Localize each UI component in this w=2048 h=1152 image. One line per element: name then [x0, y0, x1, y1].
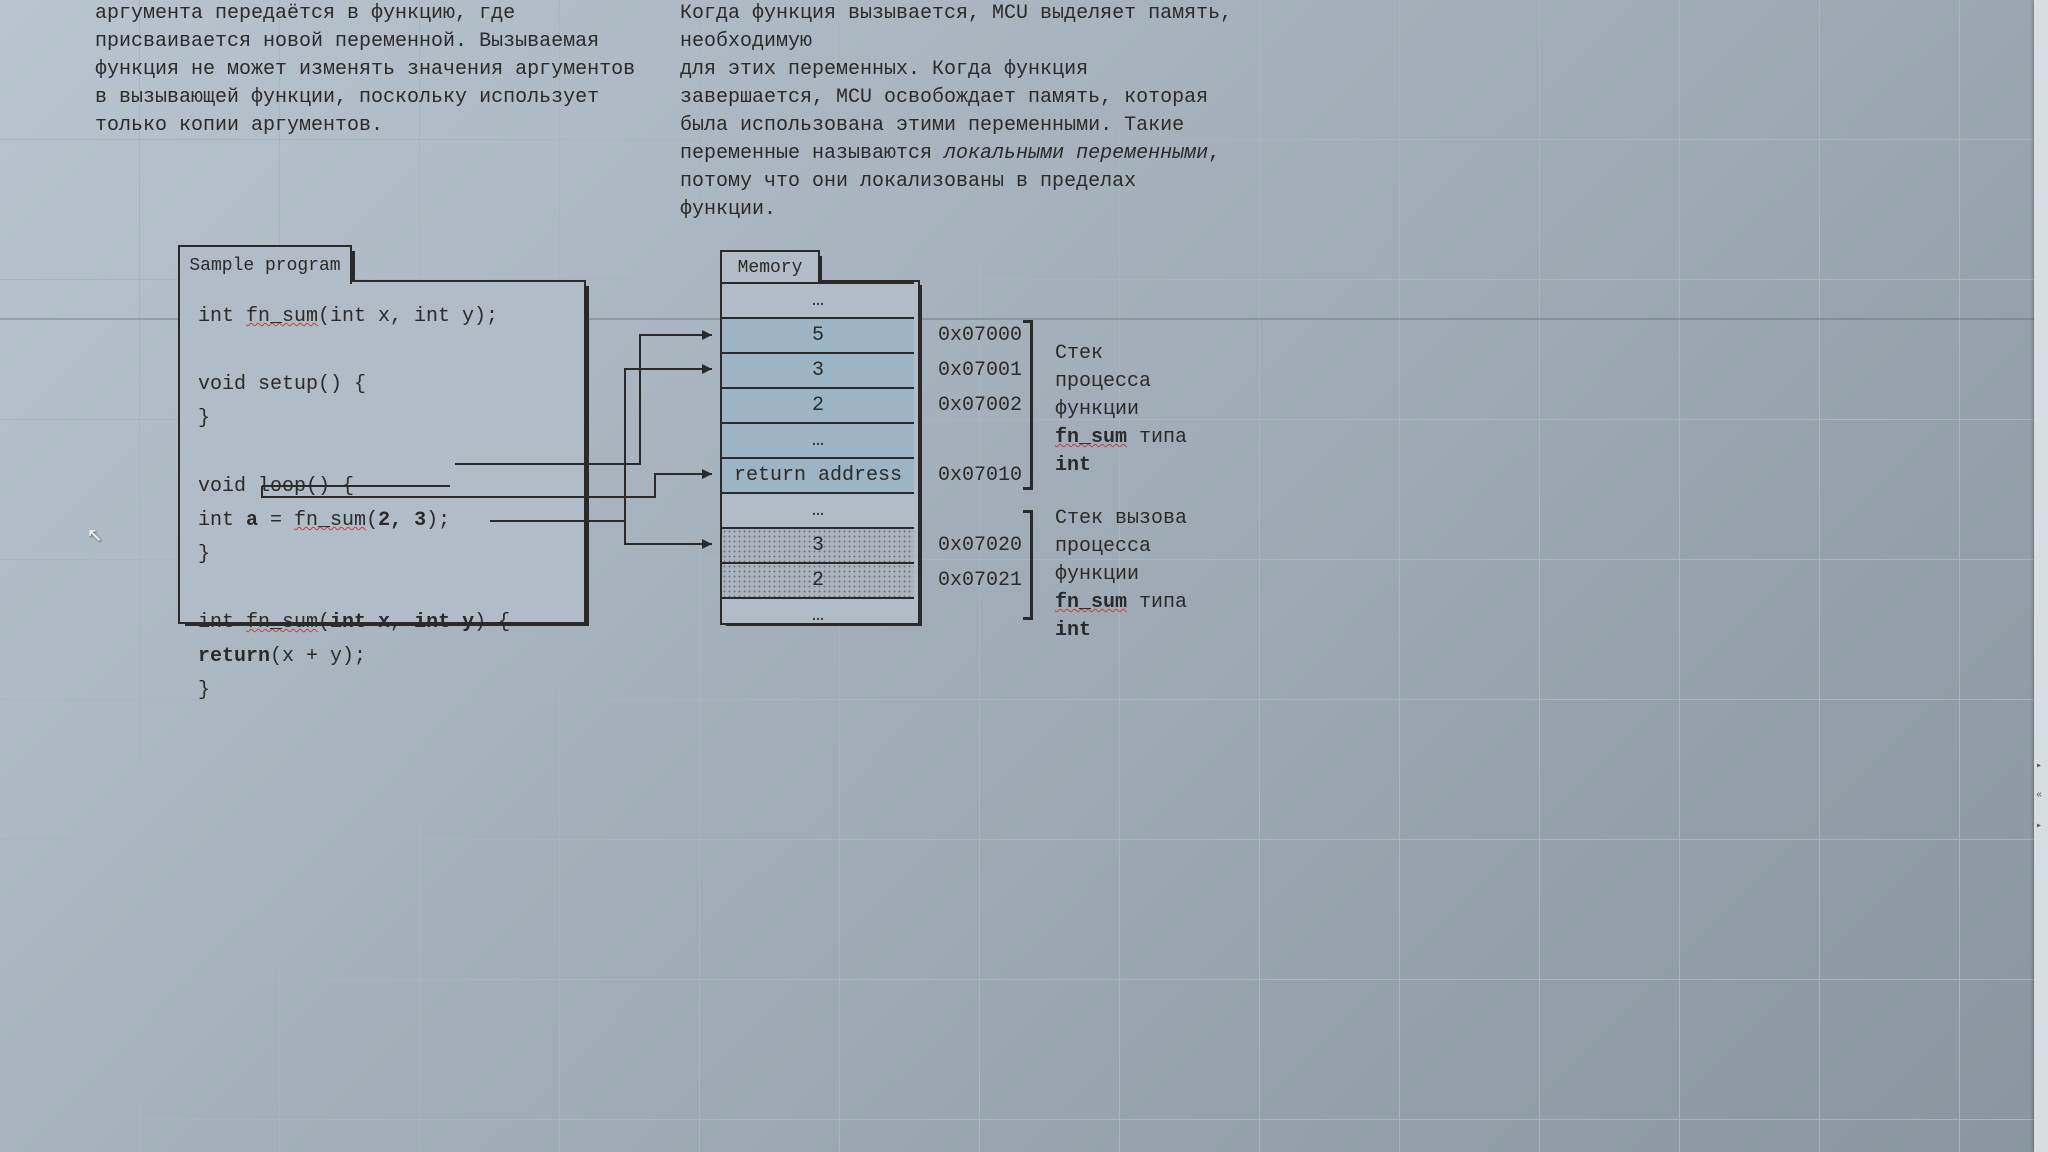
mem-cell-6: … — [722, 492, 914, 527]
cursor-icon: ↖ — [87, 518, 103, 549]
addr-2: 0x07002 — [938, 394, 1022, 417]
mem-cell-8: 2 — [722, 562, 914, 597]
program-tab: Sample program — [178, 245, 352, 284]
memory-tab: Memory — [720, 250, 820, 284]
mem-cell-4: … — [722, 422, 914, 457]
stack-label-2: Стек вызова процесса функции fn_sum типа… — [1055, 505, 1187, 645]
addr-4: 0x07020 — [938, 534, 1022, 557]
mem-cell-9: … — [722, 597, 914, 632]
addr-1: 0x07001 — [938, 359, 1022, 382]
mem-cell-1: 5 — [722, 317, 914, 352]
addr-3: 0x07010 — [938, 464, 1022, 487]
mem-cell-7: 3 — [722, 527, 914, 562]
mem-cell-5: return address — [722, 457, 914, 492]
left-paragraph: аргумента передаётся в функцию, где прис… — [95, 0, 645, 140]
addr-5: 0x07021 — [938, 569, 1022, 592]
addr-0: 0x07000 — [938, 324, 1022, 347]
stack-label-1: Стек процесса функции fn_sum типа int — [1055, 340, 1187, 480]
mem-cell-2: 3 — [722, 352, 914, 387]
bracket-1 — [1030, 320, 1033, 490]
right-p-italic: локальными переменными — [944, 142, 1208, 165]
bracket-2 — [1030, 510, 1033, 620]
mem-cell-3: 2 — [722, 387, 914, 422]
program-code: int fn_sum(int x, int y); void setup() {… — [198, 300, 578, 708]
right-paragraph: Когда функция вызывается, MCU выделяет п… — [680, 0, 1240, 224]
page-area: аргумента передаётся в функцию, где прис… — [0, 0, 1440, 1152]
mem-cell-0: … — [722, 282, 914, 317]
ruler-edge: ▸ « ▸ — [2034, 0, 2048, 1152]
right-p-top: Когда функция вызывается, MCU выделяет п… — [680, 2, 1232, 53]
